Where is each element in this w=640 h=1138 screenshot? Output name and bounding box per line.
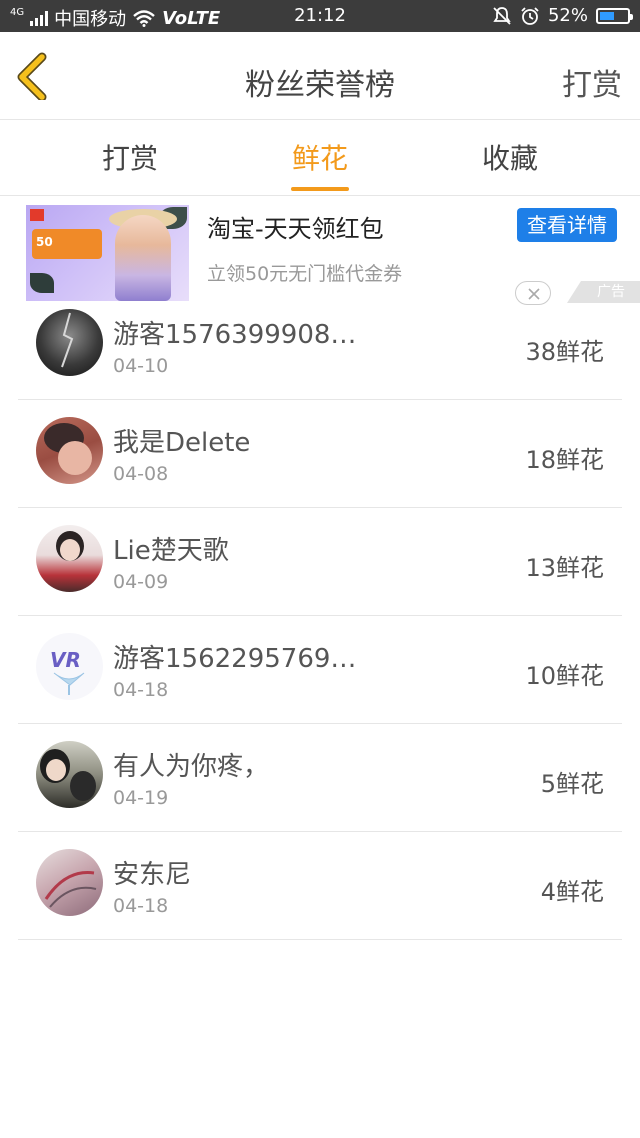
ad-banner[interactable]: 50 淘宝-天天领红包 立领50元无门槛代金券 查看详情 广告: [0, 197, 640, 305]
battery-icon: [596, 7, 633, 24]
flower-count: 18鲜花: [525, 446, 604, 474]
ad-image[interactable]: 50: [26, 205, 189, 301]
fan-date: 04-08: [113, 463, 169, 485]
ad-description: 立领50元无门槛代金券: [207, 263, 403, 285]
ad-image-logo: [30, 209, 44, 221]
fan-date: 04-10: [113, 355, 169, 377]
avatar: [36, 849, 103, 916]
avatar: [36, 417, 103, 484]
fan-date: 04-09: [113, 571, 169, 593]
list-item[interactable]: 有人为你疼， 04-19 5鲜花: [0, 724, 640, 832]
flower-count: 13鲜花: [525, 554, 604, 582]
fan-date: 04-19: [113, 787, 169, 809]
tab-label: 收藏: [481, 142, 538, 175]
tab-label: 鲜花: [291, 142, 348, 175]
status-right: 52%: [492, 5, 633, 26]
ad-image-model: [115, 215, 171, 301]
mute-bell-icon: [493, 6, 511, 25]
flower-count: 38鲜花: [525, 338, 604, 366]
ad-image-leaf: [30, 273, 54, 293]
fan-name: 游客1562295769…: [113, 644, 357, 674]
fan-list: 游客1576399908… 04-10 38鲜花 我是Delete 04-08 …: [0, 292, 640, 940]
fan-name: 我是Delete: [113, 428, 251, 458]
avatar: [36, 525, 103, 592]
avatar: VR: [36, 633, 103, 700]
flower-count: 4鲜花: [540, 878, 604, 906]
ad-image-promo: 50: [32, 229, 102, 259]
battery-percent: 52%: [547, 5, 588, 26]
flower-count: 10鲜花: [525, 662, 604, 690]
alarm-icon: [521, 6, 539, 25]
divider: [18, 939, 622, 940]
fan-name: 有人为你疼，: [113, 752, 270, 782]
list-item[interactable]: 我是Delete 04-08 18鲜花: [0, 400, 640, 508]
page-title: 粉丝荣誉榜: [245, 68, 395, 103]
list-item[interactable]: 游客1576399908… 04-10 38鲜花: [0, 292, 640, 400]
list-item[interactable]: 安东尼 04-18 4鲜花: [0, 832, 640, 940]
svg-text:VR: VR: [50, 648, 81, 672]
reward-button[interactable]: 打赏: [562, 60, 622, 104]
avatar: [36, 741, 103, 808]
tab-flowers[interactable]: 鲜花: [240, 121, 400, 196]
fan-name: 安东尼: [113, 860, 192, 890]
list-item[interactable]: Lie楚天歌 04-09 13鲜花: [0, 508, 640, 616]
tab-reward[interactable]: 打赏: [50, 121, 210, 196]
tab-bar: 打赏 鲜花 收藏: [0, 121, 640, 196]
fan-honor-page: 4G 中国移动 VoLTE 21:12 52% 粉丝荣誉榜 打赏 打赏 鲜花 收…: [0, 0, 640, 1138]
ad-details-button[interactable]: 查看详情: [517, 208, 617, 242]
ad-title[interactable]: 淘宝-天天领红包: [207, 209, 384, 244]
tab-active-indicator: [291, 187, 349, 191]
tab-favorites[interactable]: 收藏: [430, 121, 590, 196]
tab-label: 打赏: [101, 142, 158, 175]
list-item[interactable]: VR 游客1562295769… 04-18 10鲜花: [0, 616, 640, 724]
fan-date: 04-18: [113, 895, 169, 917]
status-bar: 4G 中国移动 VoLTE 21:12 52%: [0, 0, 640, 32]
fan-date: 04-18: [113, 679, 169, 701]
fan-name: 游客1576399908…: [113, 320, 357, 350]
flower-count: 5鲜花: [540, 770, 604, 798]
fan-name: Lie楚天歌: [113, 536, 229, 566]
avatar: [36, 309, 103, 376]
header: 粉丝荣誉榜 打赏: [0, 32, 640, 120]
